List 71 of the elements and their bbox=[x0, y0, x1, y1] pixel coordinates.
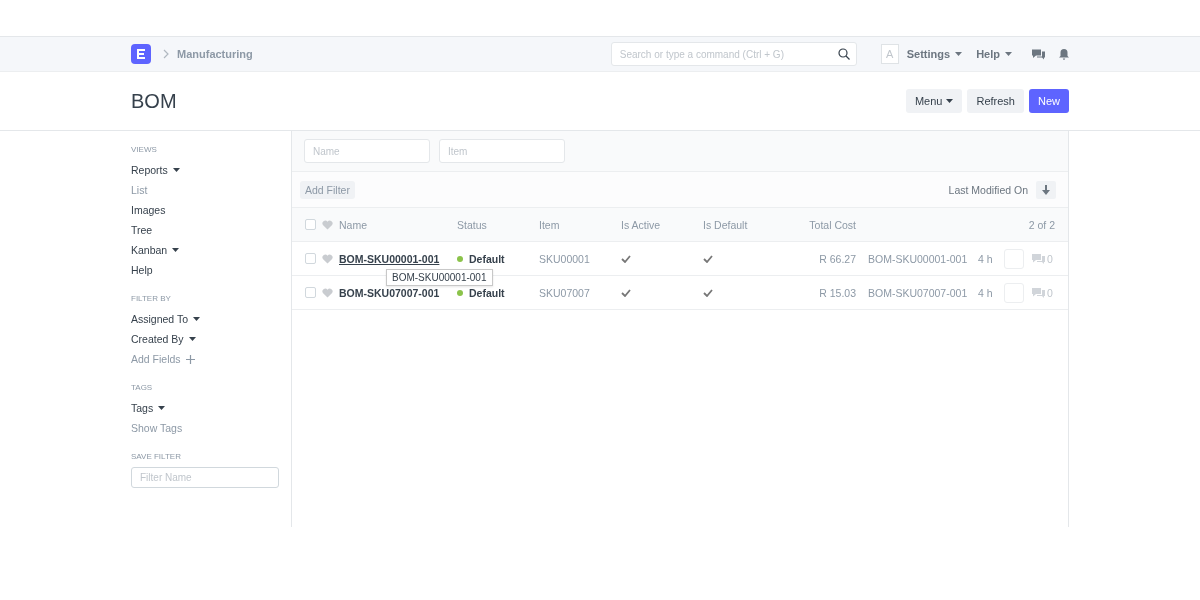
sidebar-item-label[interactable]: Reports bbox=[131, 164, 168, 176]
sidebar-item-label[interactable]: Tags bbox=[131, 402, 154, 414]
status-label: Default bbox=[469, 286, 505, 299]
column-header: Item bbox=[539, 218, 561, 231]
nav-menu[interactable]: Settings bbox=[906, 48, 963, 60]
select-all-checkbox[interactable] bbox=[305, 219, 316, 230]
sidebar-item[interactable]: Reports bbox=[131, 160, 291, 180]
section-heading: VIEWS bbox=[131, 145, 158, 154]
sidebar-item[interactable]: Kanban bbox=[131, 240, 291, 260]
sidebar-item[interactable]: Assigned To bbox=[131, 309, 291, 329]
caret-icon bbox=[1005, 52, 1012, 56]
sort-order-button[interactable] bbox=[1036, 180, 1056, 199]
plus-icon[interactable] bbox=[185, 354, 195, 364]
sidebar-item[interactable]: Tags bbox=[131, 398, 291, 418]
record-link[interactable]: BOM-SKU00001-001 bbox=[339, 252, 440, 265]
chevron-right-icon bbox=[163, 49, 169, 59]
comment-icon bbox=[1032, 253, 1045, 264]
heart-icon[interactable] bbox=[322, 219, 333, 230]
section-heading: SAVE FILTER bbox=[131, 452, 182, 461]
table-cell-text: BOM-SKU00001-001 bbox=[868, 252, 969, 265]
status-label: Default bbox=[469, 252, 505, 265]
caret-icon bbox=[955, 52, 963, 56]
record-link[interactable]: BOM-SKU07007-001 bbox=[339, 286, 440, 299]
arrow-down-icon bbox=[1042, 184, 1050, 195]
page-title: BOM bbox=[131, 89, 177, 113]
caret-icon bbox=[946, 99, 954, 103]
caret-icon bbox=[193, 317, 200, 321]
sidebar-item-label[interactable]: Kanban bbox=[131, 244, 168, 256]
modified-time: 4 h bbox=[978, 252, 994, 265]
sidebar-item-label[interactable]: Created By bbox=[131, 333, 184, 345]
nav-menu[interactable]: Help bbox=[976, 48, 1012, 60]
sidebar-item[interactable]: Created By bbox=[131, 329, 291, 349]
table-cell-text: R 15.03 bbox=[818, 286, 856, 299]
table-cell-text: SKU00001 bbox=[539, 252, 591, 265]
tooltip: BOM-SKU00001-001 bbox=[386, 269, 493, 286]
column-header: Name bbox=[339, 218, 368, 231]
comment-icon bbox=[1032, 287, 1045, 298]
sort-selector[interactable]: Last Modified On bbox=[948, 183, 1028, 196]
modified-time: 4 h bbox=[978, 286, 994, 299]
caret-icon bbox=[172, 248, 180, 252]
section-heading: FILTER BY bbox=[131, 294, 172, 303]
filter-field[interactable]: Name bbox=[304, 139, 430, 163]
chat-icon[interactable] bbox=[1032, 48, 1045, 60]
new-button[interactable]: New bbox=[1029, 89, 1069, 113]
sidebar-item[interactable]: Tree bbox=[131, 220, 291, 240]
heart-icon[interactable] bbox=[322, 287, 333, 298]
row-checkbox[interactable] bbox=[305, 287, 316, 298]
table-cell-text: BOM-SKU07007-001 bbox=[868, 286, 969, 299]
table-cell-text: SKU07007 bbox=[539, 286, 591, 299]
filter-field[interactable]: Item bbox=[439, 139, 565, 163]
caret-icon bbox=[158, 406, 166, 410]
table-cell-text: R 66.27 bbox=[818, 252, 856, 265]
sidebar-item-label[interactable]: Assigned To bbox=[131, 313, 188, 325]
sidebar-item[interactable]: Help bbox=[131, 260, 291, 280]
column-header: Is Default bbox=[703, 218, 749, 231]
caret-icon bbox=[188, 337, 196, 341]
caret-icon bbox=[172, 168, 180, 172]
app-logo[interactable] bbox=[131, 44, 151, 64]
heart-icon[interactable] bbox=[322, 253, 333, 264]
search-icon bbox=[837, 48, 850, 60]
sidebar-item[interactable]: Images bbox=[131, 200, 291, 220]
column-header: Total Cost bbox=[808, 218, 856, 231]
menu-button[interactable]: Menu bbox=[905, 89, 963, 113]
column-header: Status bbox=[457, 218, 488, 231]
refresh-button[interactable]: Refresh bbox=[967, 89, 1024, 113]
bell-icon[interactable] bbox=[1059, 48, 1069, 60]
column-header: Is Active bbox=[621, 218, 662, 231]
record-count: 2 of 2 bbox=[1028, 218, 1055, 231]
filter-name-field[interactable]: Filter Name bbox=[131, 467, 279, 488]
row-checkbox[interactable] bbox=[305, 253, 316, 264]
section-heading: TAGS bbox=[131, 383, 154, 392]
